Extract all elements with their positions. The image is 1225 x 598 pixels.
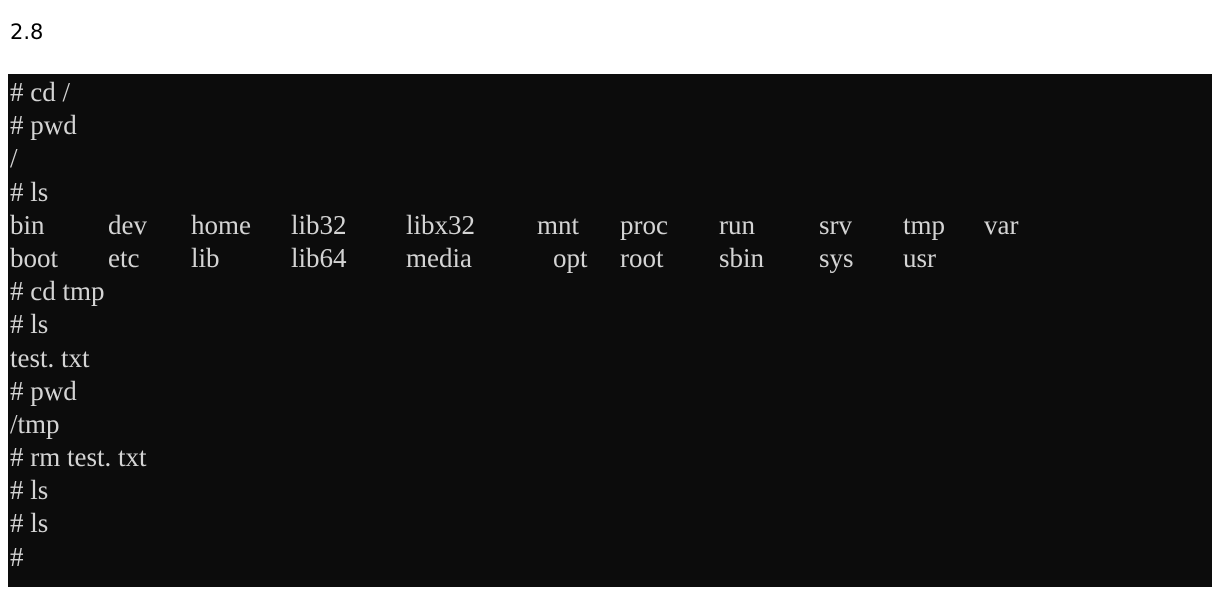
terminal-line: test. txt — [10, 342, 90, 373]
terminal-window[interactable]: # cd / # pwd / # ls bin dev home lib32 l… — [8, 74, 1212, 587]
terminal-line: # pwd — [10, 375, 77, 406]
ls-entry: tmp — [903, 209, 946, 240]
terminal-line: # cd / — [10, 77, 70, 107]
page: 2.8 # cd / # pwd / # ls bin dev home lib… — [0, 0, 1225, 598]
ls-entry: opt — [553, 242, 588, 273]
terminal-prompt: # — [10, 541, 24, 572]
ls-entry: proc — [620, 209, 668, 240]
terminal-line: /tmp — [10, 408, 60, 439]
ls-entry: sys — [819, 242, 854, 273]
ls-entry: lib64 — [291, 242, 347, 273]
ls-entry: sbin — [719, 242, 765, 273]
ls-entry: srv — [819, 209, 852, 240]
ls-entry: var — [984, 209, 1019, 240]
ls-entry: dev — [108, 209, 147, 240]
ls-output-row-1: bin dev home lib32 libx32 mnt proc run s… — [10, 209, 1212, 242]
ls-entry: lib32 — [291, 209, 347, 240]
ls-entry: root — [620, 242, 664, 273]
ls-entry: home — [191, 209, 251, 240]
terminal-line: # rm test. txt — [10, 442, 147, 473]
terminal-line: # ls — [10, 475, 49, 506]
ls-entry: lib — [191, 242, 220, 273]
ls-entry: boot — [10, 242, 59, 273]
section-label: 2.8 — [10, 20, 44, 44]
ls-entry: usr — [903, 242, 936, 273]
terminal-line: # cd tmp — [10, 276, 105, 307]
ls-entry: etc — [108, 242, 140, 273]
ls-entry: libx32 — [406, 209, 476, 240]
ls-entry: mnt — [537, 209, 580, 240]
ls-output-row-2: boot etc lib lib64 media opt root sbin s… — [10, 242, 1212, 275]
terminal-line: # ls — [10, 508, 49, 539]
terminal-line: # ls — [10, 309, 49, 340]
terminal-line: # ls — [10, 176, 49, 207]
ls-entry: media — [406, 242, 472, 273]
ls-entry: run — [719, 209, 755, 240]
ls-entry: bin — [10, 209, 45, 240]
terminal-line: # pwd — [10, 110, 77, 141]
terminal-line: / — [10, 143, 18, 174]
